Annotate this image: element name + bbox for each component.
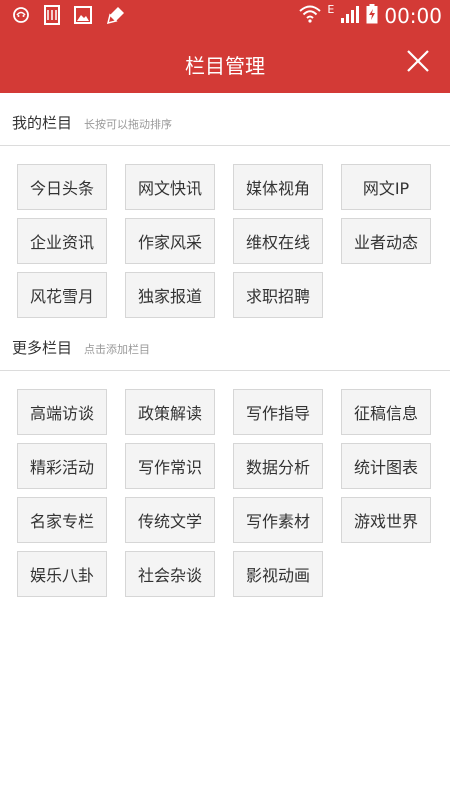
my-column-chip[interactable]: 独家报道 — [125, 272, 215, 318]
gallery-icon — [74, 6, 92, 24]
more-column-chip[interactable]: 数据分析 — [233, 443, 323, 489]
more-columns-grid: 高端访谈 政策解读 写作指导 征稿信息精彩活动 写作常识 数据分析 统计图表名家专栏 传统文学… — [17, 389, 433, 597]
more-column-chip[interactable]: 名家专栏 — [17, 497, 107, 543]
more-column-chip[interactable]: 影视动画 — [233, 551, 323, 597]
more-column-chip[interactable]: 写作指导 — [233, 389, 323, 435]
more-column-chip[interactable]: 精彩活动 — [17, 443, 107, 489]
status-time: 00:00 — [384, 4, 442, 28]
more-column-chip[interactable]: 传统文学 — [125, 497, 215, 543]
my-column-chip[interactable]: 企业资讯 — [17, 218, 107, 264]
battery-charging-icon — [366, 4, 378, 28]
my-columns-grid: 今日头条 网文快讯 媒体视角 网文IP 企业资讯 作家风采 维权在线 业者动态风花雪月 独家报道… — [17, 164, 433, 318]
sim-card-icon — [44, 5, 60, 25]
more-columns-header: 更多栏目 点击添加栏目 — [12, 337, 150, 361]
more-column-chip[interactable]: 高端访谈 — [17, 389, 107, 435]
more-column-chip[interactable]: 写作素材 — [233, 497, 323, 543]
signal-icon — [340, 4, 360, 28]
my-column-chip[interactable]: 求职招聘 — [233, 272, 323, 318]
my-column-chip[interactable]: 网文快讯 — [125, 164, 215, 210]
my-column-chip[interactable]: 业者动态 — [341, 218, 431, 264]
more-column-chip[interactable]: 社会杂谈 — [125, 551, 215, 597]
my-column-chip[interactable]: 作家风采 — [125, 218, 215, 264]
close-button[interactable] — [404, 47, 432, 75]
my-columns-hint: 长按可以拖动排序 — [84, 118, 173, 131]
page-title: 栏目管理 — [185, 54, 265, 78]
my-column-chip[interactable]: 风花雪月 — [17, 272, 107, 318]
more-columns-title: 更多栏目 — [12, 339, 73, 357]
title-bar: 栏目管理 — [0, 33, 450, 93]
brush-icon — [106, 5, 126, 25]
more-column-chip[interactable]: 娱乐八卦 — [17, 551, 107, 597]
my-column-chip[interactable]: 维权在线 — [233, 218, 323, 264]
my-columns-header: 我的栏目 长按可以拖动排序 — [12, 112, 172, 136]
my-columns-title: 我的栏目 — [12, 114, 73, 132]
more-column-chip[interactable]: 写作常识 — [125, 443, 215, 489]
more-column-chip[interactable]: 游戏世界 — [341, 497, 431, 543]
more-column-chip[interactable]: 统计图表 — [341, 443, 431, 489]
status-bar: E 00:00 — [0, 0, 450, 33]
divider — [0, 145, 450, 146]
my-column-chip[interactable]: 网文IP — [341, 164, 431, 210]
more-columns-hint: 点击添加栏目 — [84, 343, 151, 356]
network-type-label: E — [327, 2, 335, 16]
wifi-icon — [299, 5, 322, 27]
notification-icon — [12, 6, 30, 24]
divider — [0, 370, 450, 371]
more-column-chip[interactable]: 政策解读 — [125, 389, 215, 435]
close-icon — [407, 50, 429, 72]
my-column-chip[interactable]: 媒体视角 — [233, 164, 323, 210]
my-column-chip[interactable]: 今日头条 — [17, 164, 107, 210]
more-column-chip[interactable]: 征稿信息 — [341, 389, 431, 435]
